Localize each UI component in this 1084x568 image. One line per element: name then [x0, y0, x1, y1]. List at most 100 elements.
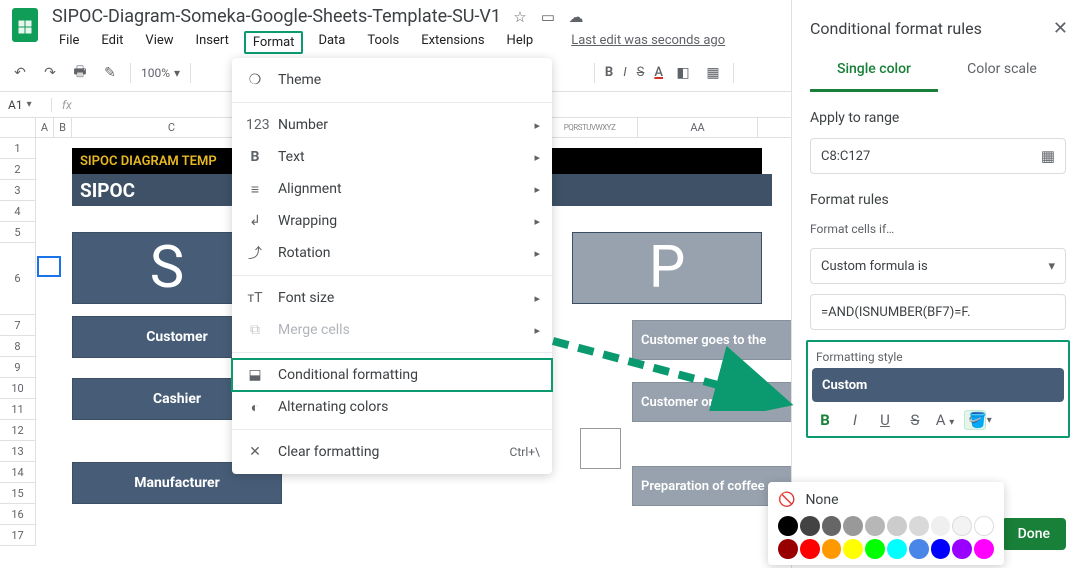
color-swatch[interactable]: [778, 539, 798, 559]
number-icon: 123: [246, 117, 264, 133]
menu-number[interactable]: 123Number▸: [232, 109, 552, 141]
color-swatch[interactable]: [843, 539, 863, 559]
rule-type-select[interactable]: Custom formula is ▾: [810, 248, 1066, 284]
range-input[interactable]: C8:C127 ▦: [810, 138, 1066, 174]
color-swatch[interactable]: [887, 539, 907, 559]
fill-color-icon[interactable]: ◧: [673, 65, 693, 81]
color-swatch[interactable]: [778, 516, 798, 536]
move-icon[interactable]: ▭: [539, 8, 557, 26]
color-swatch[interactable]: [952, 516, 972, 536]
style-bold-button[interactable]: B: [814, 411, 836, 429]
alignment-icon: ≡: [246, 181, 264, 198]
alt-colors-icon: ◐: [246, 399, 264, 416]
strike-button[interactable]: S: [637, 65, 645, 80]
italic-button[interactable]: I: [623, 65, 626, 80]
color-swatch[interactable]: [865, 539, 885, 559]
color-swatch[interactable]: [931, 539, 951, 559]
style-text-color-button[interactable]: A ▾: [934, 411, 956, 429]
menu-merge-cells: ⧉Merge cells▸: [232, 314, 552, 346]
borders-icon[interactable]: ▦: [703, 65, 723, 81]
color-swatch[interactable]: [952, 539, 972, 559]
col-tiny[interactable]: PQRSTUVWXYZ: [542, 118, 638, 137]
menu-format[interactable]: Format: [244, 31, 304, 54]
color-swatch[interactable]: [909, 516, 929, 536]
big-p[interactable]: P: [572, 232, 762, 304]
text-color-button[interactable]: A: [654, 65, 663, 80]
menu-alignment[interactable]: ≡Alignment▸: [232, 173, 552, 205]
star-icon[interactable]: ☆: [511, 8, 529, 26]
formatting-style-box: Formatting style Custom B I U S A ▾ 🪣▾: [806, 340, 1070, 438]
col-A[interactable]: A: [36, 118, 54, 137]
menu-font-size[interactable]: тTFont size▸: [232, 282, 552, 314]
color-swatch[interactable]: [887, 516, 907, 536]
menu-tools[interactable]: Tools: [360, 31, 406, 54]
tab-single-color[interactable]: Single color: [810, 51, 938, 92]
row-headers[interactable]: 123 45 6 789 101112 131415 1617: [0, 138, 36, 546]
color-swatch[interactable]: [974, 539, 994, 559]
style-preview[interactable]: Custom: [812, 368, 1064, 402]
color-swatch[interactable]: [974, 516, 994, 536]
menu-file[interactable]: File: [52, 31, 86, 54]
close-icon[interactable]: ✕: [1053, 18, 1068, 39]
last-edit-link[interactable]: Last edit was seconds ago: [564, 31, 732, 54]
active-cell-outline: [37, 256, 61, 277]
menu-rotation[interactable]: ⤴Rotation▸: [232, 237, 552, 269]
fx-label: fx: [52, 98, 82, 112]
empty-mini-box[interactable]: [580, 428, 621, 469]
swatch-row-brights: [778, 539, 994, 559]
print-icon[interactable]: 🖶: [70, 61, 90, 85]
cloud-icon[interactable]: ☁: [567, 8, 585, 26]
fill-bucket-icon: 🪣: [968, 411, 987, 429]
style-underline-button[interactable]: U: [874, 411, 896, 429]
color-swatch[interactable]: [800, 539, 820, 559]
style-fill-color-button[interactable]: 🪣▾: [964, 410, 986, 430]
menu-view[interactable]: View: [138, 31, 180, 54]
formula-value: =AND(ISNUMBER(BF7)=F.: [821, 305, 971, 320]
apply-range-label: Apply to range: [792, 92, 1084, 134]
color-none-option[interactable]: 🚫 None: [778, 492, 994, 508]
menu-theme[interactable]: ❍Theme: [232, 64, 552, 96]
color-swatch[interactable]: [822, 539, 842, 559]
panel-title: Conditional format rules: [810, 19, 982, 38]
doc-title[interactable]: SIPOC-Diagram-Someka-Google-Sheets-Templ…: [52, 6, 501, 27]
undo-icon[interactable]: ↶: [10, 65, 30, 81]
style-italic-button[interactable]: I: [844, 411, 866, 429]
col-B[interactable]: B: [54, 118, 72, 137]
color-swatch[interactable]: [865, 516, 885, 536]
menu-alternating-colors[interactable]: ◐Alternating colors: [232, 391, 552, 423]
chevron-down-icon: ▾: [1048, 259, 1055, 274]
grid-icon[interactable]: ▦: [1041, 147, 1055, 165]
paint-format-icon[interactable]: ✎: [100, 65, 120, 81]
none-label: None: [805, 492, 838, 508]
menu-extensions[interactable]: Extensions: [414, 31, 491, 54]
swatch-row-greys: [778, 516, 994, 536]
rotation-icon: ⤴: [246, 243, 264, 263]
color-swatch[interactable]: [909, 539, 929, 559]
menu-wrapping[interactable]: ↲Wrapping▸: [232, 205, 552, 237]
redo-icon[interactable]: ↷: [40, 65, 60, 81]
color-swatch[interactable]: [843, 516, 863, 536]
tab-color-scale[interactable]: Color scale: [938, 51, 1066, 92]
menu-insert[interactable]: Insert: [189, 31, 236, 54]
formatting-style-label: Formatting style: [812, 346, 1064, 368]
color-swatch[interactable]: [822, 516, 842, 536]
menu-conditional-formatting[interactable]: ⬓Conditional formatting: [232, 359, 552, 391]
menu-help[interactable]: Help: [500, 31, 541, 54]
no-fill-icon: 🚫: [778, 492, 795, 508]
menu-data[interactable]: Data: [311, 31, 352, 54]
col-AA[interactable]: AA: [638, 118, 758, 137]
menu-clear-formatting[interactable]: ✕Clear formattingCtrl+\: [232, 436, 552, 468]
color-swatch[interactable]: [800, 516, 820, 536]
theme-icon: ❍: [246, 72, 264, 88]
done-button[interactable]: Done: [1002, 518, 1066, 550]
menu-text[interactable]: BText▸: [232, 141, 552, 173]
sheets-logo: [10, 6, 40, 44]
formula-input[interactable]: =AND(ISNUMBER(BF7)=F.: [810, 294, 1066, 330]
menu-edit[interactable]: Edit: [94, 31, 130, 54]
bold-button[interactable]: B: [605, 65, 613, 80]
color-swatch[interactable]: [931, 516, 951, 536]
zoom-select[interactable]: 100% ▾: [141, 66, 180, 80]
wrapping-icon: ↲: [246, 213, 264, 229]
style-strike-button[interactable]: S: [904, 411, 926, 429]
name-box[interactable]: A1▾: [0, 98, 52, 112]
